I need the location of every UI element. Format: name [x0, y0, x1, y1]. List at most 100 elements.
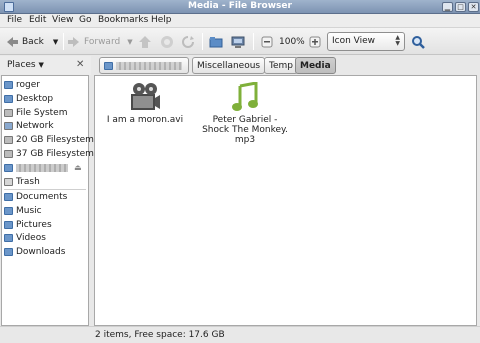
- reload-button[interactable]: [181, 32, 195, 51]
- zoom-level: 100%: [279, 36, 305, 47]
- menu-bookmarks[interactable]: Bookmarks: [98, 15, 148, 25]
- computer-icon: [231, 36, 245, 48]
- drive-icon: [4, 108, 13, 117]
- menu-view[interactable]: View: [52, 15, 73, 25]
- sidebar-header: Places ▼ ✕: [0, 56, 91, 75]
- toolbar-separator: [63, 33, 64, 50]
- home-folder-icon: [4, 80, 13, 89]
- sidebar-item-label: roger: [16, 79, 40, 90]
- zoom-out-icon: [261, 36, 273, 47]
- sidebar-item-37gb[interactable]: 37 GB Filesystem: [4, 147, 94, 160]
- window-title: Media - File Browser: [188, 1, 292, 11]
- sidebar-item-label: Network: [16, 120, 54, 131]
- status-bar: 2 items, Free space: 17.6 GB: [0, 326, 480, 343]
- sidebar-item-downloads[interactable]: Downloads: [4, 245, 65, 258]
- music-file-icon: [232, 81, 258, 111]
- sidebar-item-pictures[interactable]: Pictures: [4, 218, 52, 231]
- menu-edit[interactable]: Edit: [29, 15, 46, 25]
- spin-arrows-icon: ▲ ▼: [395, 34, 400, 47]
- menu-file[interactable]: File: [7, 15, 22, 25]
- sidebar-item-videos[interactable]: Videos: [4, 231, 46, 244]
- desktop-icon: [4, 94, 13, 103]
- search-icon: [412, 35, 425, 49]
- menu-bar: File Edit View Go Bookmarks Help: [0, 14, 480, 28]
- file-item[interactable]: Peter Gabriel - Shock The Monkey. mp3: [201, 81, 289, 145]
- file-name-line: Shock The Monkey.: [202, 125, 288, 135]
- toolbar-separator: [253, 33, 254, 50]
- toolbar: Back ▼ Forward ▼ 100% Icon View ▲ ▼: [0, 28, 480, 55]
- home-button[interactable]: [209, 32, 223, 51]
- zoom-out-button[interactable]: [260, 32, 274, 51]
- drive-icon: [4, 163, 13, 172]
- file-item[interactable]: I am a moron.avi: [103, 82, 187, 125]
- back-button[interactable]: Back ▼: [5, 32, 58, 51]
- forward-arrow-icon: [68, 36, 79, 47]
- file-name: I am a moron.avi: [106, 115, 184, 125]
- sidebar-item-label: Videos: [16, 232, 46, 243]
- file-name-line: mp3: [234, 135, 256, 145]
- zoom-in-button[interactable]: [308, 32, 322, 51]
- sidebar-item-removable[interactable]: ⏏: [4, 161, 82, 174]
- folder-icon: [4, 206, 13, 215]
- eject-icon[interactable]: ⏏: [74, 163, 82, 172]
- folder-icon: [209, 36, 223, 47]
- file-name-line: Peter Gabriel -: [212, 115, 278, 125]
- reload-icon: [182, 35, 194, 48]
- folder-icon: [4, 220, 13, 229]
- chevron-down-icon: ▼: [38, 61, 44, 69]
- path-crumb-temp[interactable]: Temp: [264, 57, 298, 74]
- trash-icon: [4, 177, 13, 186]
- sidebar-item-label: 37 GB Filesystem: [16, 148, 94, 159]
- places-dropdown[interactable]: Places ▼: [7, 60, 44, 70]
- sidebar-item-filesystem[interactable]: File System: [4, 106, 67, 119]
- close-sidebar-icon[interactable]: ✕: [76, 59, 84, 70]
- sidebar-item-trash[interactable]: Trash: [4, 175, 40, 188]
- stop-button[interactable]: [160, 32, 174, 51]
- menu-go[interactable]: Go: [79, 15, 91, 25]
- sidebar-item-20gb[interactable]: 20 GB Filesystem: [4, 133, 94, 146]
- path-crumb-miscellaneous[interactable]: Miscellaneous: [192, 57, 266, 74]
- chevron-down-icon: ▼: [52, 37, 59, 46]
- back-arrow-icon: [7, 36, 18, 47]
- forward-button[interactable]: Forward ▼: [67, 32, 133, 51]
- up-button[interactable]: [138, 32, 152, 51]
- places-label: Places: [7, 60, 36, 70]
- sidebar-item-label: File System: [16, 107, 68, 118]
- chevron-down-icon: ▼: [127, 37, 133, 46]
- network-icon: [4, 121, 13, 130]
- search-button[interactable]: [411, 32, 425, 51]
- menu-help[interactable]: Help: [151, 15, 172, 25]
- zoom-in-icon: [309, 36, 321, 47]
- drive-icon: [4, 149, 13, 158]
- sidebar-item-home[interactable]: roger: [4, 78, 40, 91]
- sidebar-item-network[interactable]: Network: [4, 119, 54, 132]
- maximize-button[interactable]: □: [455, 2, 466, 12]
- sidebar-item-label: Documents: [16, 191, 68, 202]
- minimize-button[interactable]: ▁: [442, 2, 453, 12]
- view-mode-select[interactable]: Icon View ▲ ▼: [327, 32, 405, 51]
- drive-icon: [4, 135, 13, 144]
- path-crumb-home[interactable]: [99, 57, 189, 74]
- path-crumb-media[interactable]: Media: [295, 57, 336, 74]
- sidebar-item-music[interactable]: Music: [4, 204, 42, 217]
- title-bar: Media - File Browser ▁ □ ✕: [0, 0, 480, 14]
- sidebar-item-label: Music: [16, 205, 42, 216]
- toolbar-separator: [202, 33, 203, 50]
- file-view[interactable]: I am a moron.avi Peter Gabriel - Shock T…: [94, 75, 477, 326]
- places-sidebar: roger Desktop File System Network 20 GB …: [1, 75, 94, 326]
- sidebar-item-documents[interactable]: Documents: [4, 190, 67, 203]
- sidebar-item-desktop[interactable]: Desktop: [4, 92, 53, 105]
- sidebar-item-label: 20 GB Filesystem: [16, 134, 94, 145]
- folder-icon: [4, 247, 13, 256]
- sidebar-item-label: Downloads: [16, 246, 66, 257]
- folder-icon: [4, 192, 13, 201]
- sidebar-item-label: Pictures: [16, 219, 52, 230]
- forward-label: Forward: [84, 36, 121, 47]
- video-file-icon: [131, 83, 160, 110]
- status-text: 2 items, Free space: 17.6 GB: [95, 330, 225, 340]
- blurred-path-label: [115, 61, 182, 70]
- sidebar-item-label: Trash: [16, 176, 40, 187]
- folder-icon: [4, 233, 13, 242]
- close-button[interactable]: ✕: [468, 2, 479, 12]
- computer-button[interactable]: [231, 32, 245, 51]
